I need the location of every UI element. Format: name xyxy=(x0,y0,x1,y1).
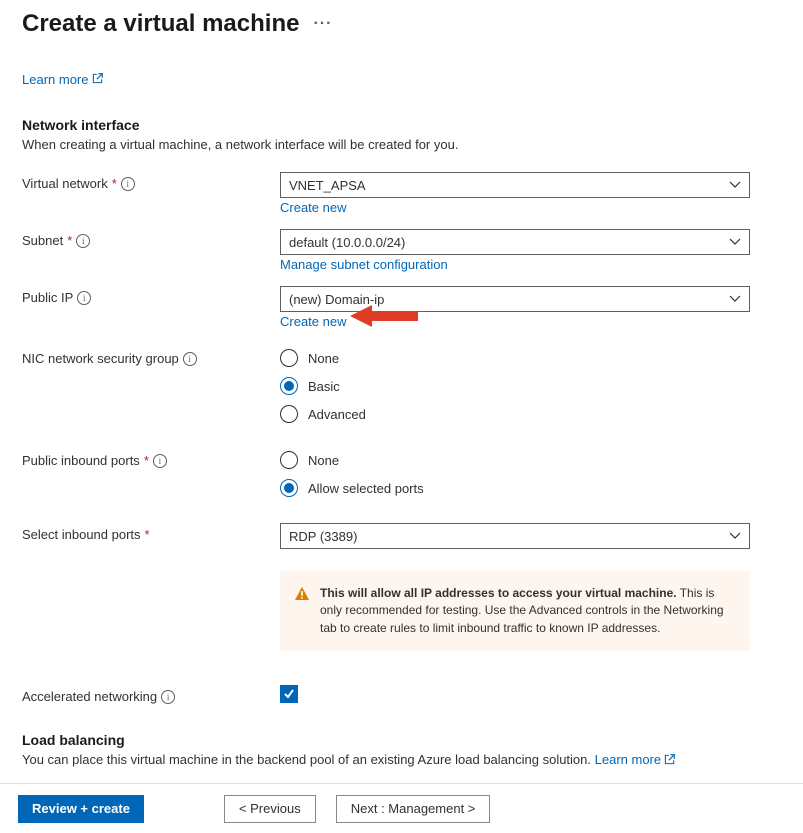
radio-icon xyxy=(280,349,298,367)
external-link-icon xyxy=(92,73,103,87)
subnet-select[interactable]: default (10.0.0.0/24) xyxy=(280,229,750,255)
required-asterisk: * xyxy=(145,527,150,542)
public-ip-label: Public IP xyxy=(22,290,73,305)
nsg-label: NIC network security group xyxy=(22,351,179,366)
vnet-label: Virtual network xyxy=(22,176,108,191)
vnet-create-new-link[interactable]: Create new xyxy=(280,200,346,215)
nsg-radio-none[interactable]: None xyxy=(280,349,750,367)
vnet-select[interactable]: VNET_APSA xyxy=(280,172,750,198)
learn-more-link[interactable]: Learn more xyxy=(22,72,103,87)
load-balancing-desc: You can place this virtual machine in th… xyxy=(22,752,781,767)
previous-button[interactable]: < Previous xyxy=(224,795,316,823)
inbound-ports-label: Public inbound ports xyxy=(22,453,140,468)
review-create-button[interactable]: Review + create xyxy=(18,795,144,823)
more-actions-button[interactable]: ··· xyxy=(313,15,332,33)
warning-icon xyxy=(294,586,310,602)
required-asterisk: * xyxy=(112,176,117,191)
radio-checked-icon xyxy=(280,479,298,497)
network-interface-heading: Network interface xyxy=(22,117,781,133)
info-icon[interactable]: i xyxy=(121,177,135,191)
load-balancing-heading: Load balancing xyxy=(22,732,781,748)
subnet-label: Subnet xyxy=(22,233,63,248)
nsg-radio-basic[interactable]: Basic xyxy=(280,377,750,395)
accel-networking-label: Accelerated networking xyxy=(22,689,157,704)
info-icon[interactable]: i xyxy=(183,352,197,366)
page-title: Create a virtual machine ··· xyxy=(22,10,781,38)
public-ip-create-new-link[interactable]: Create new xyxy=(280,314,346,329)
chevron-down-icon xyxy=(729,530,741,542)
select-inbound-ports-select[interactable]: RDP (3389) xyxy=(280,523,750,549)
info-icon[interactable]: i xyxy=(76,234,90,248)
required-asterisk: * xyxy=(144,453,149,468)
network-interface-desc: When creating a virtual machine, a netwo… xyxy=(22,137,781,152)
lb-learn-more-link[interactable]: Learn more xyxy=(595,752,675,767)
manage-subnet-link[interactable]: Manage subnet configuration xyxy=(280,257,448,272)
info-icon[interactable]: i xyxy=(153,454,167,468)
info-icon[interactable]: i xyxy=(161,690,175,704)
radio-icon xyxy=(280,451,298,469)
truncated-description xyxy=(22,56,781,70)
chevron-down-icon xyxy=(729,236,741,248)
chevron-down-icon xyxy=(729,179,741,191)
select-inbound-label: Select inbound ports xyxy=(22,527,141,542)
info-icon[interactable]: i xyxy=(77,291,91,305)
wizard-footer: Review + create < Previous Next : Manage… xyxy=(0,783,803,833)
inbound-radio-allow[interactable]: Allow selected ports xyxy=(280,479,750,497)
external-link-icon xyxy=(664,754,675,765)
chevron-down-icon xyxy=(729,293,741,305)
checkmark-icon xyxy=(283,688,295,700)
accel-networking-checkbox[interactable] xyxy=(280,685,298,703)
next-button[interactable]: Next : Management > xyxy=(336,795,491,823)
radio-icon xyxy=(280,405,298,423)
nsg-radio-advanced[interactable]: Advanced xyxy=(280,405,750,423)
required-asterisk: * xyxy=(67,233,72,248)
inbound-radio-none[interactable]: None xyxy=(280,451,750,469)
public-ip-select[interactable]: (new) Domain-ip xyxy=(280,286,750,312)
inbound-warning: This will allow all IP addresses to acce… xyxy=(280,571,750,651)
radio-checked-icon xyxy=(280,377,298,395)
